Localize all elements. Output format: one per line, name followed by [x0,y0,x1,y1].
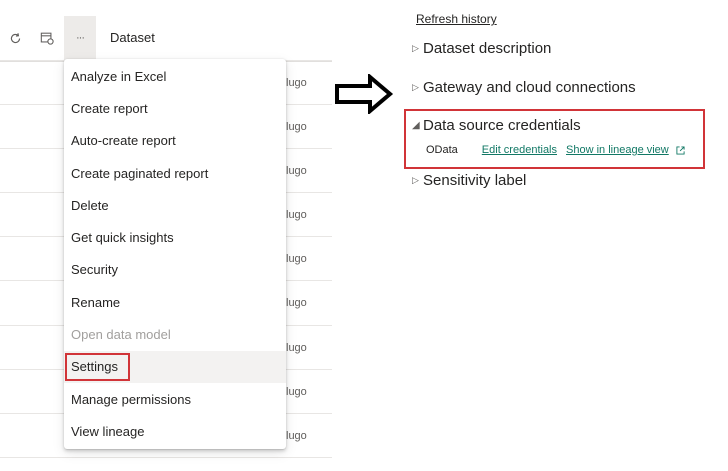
edit-credentials-link[interactable]: Edit credentials [482,144,557,156]
section-data-source-credentials[interactable]: ◢ Data source credentials [412,117,581,134]
refresh-icon [10,32,20,43]
calendar-refresh-icon [40,32,54,45]
workspace-list-panel: ··· Dataset lugo lugo lugo lugo lugo lugo lugo… [0,0,332,471]
show-in-lineage-link[interactable]: Show in lineage view [566,144,669,156]
settings-highlight-box [65,352,130,381]
menu-item-label: Get quick insights [71,230,174,246]
menu-item-rename[interactable]: Rename [64,286,286,318]
menu-item-auto-create-report[interactable]: Auto-create report [64,125,286,157]
row-owner-text: lugo [286,297,307,309]
section-label: Dataset description [423,40,552,57]
menu-item-label: View lineage [71,423,145,439]
menu-item-label: Manage permissions [71,391,191,407]
menu-item-label: Security [71,262,118,278]
menu-item-delete[interactable]: Delete [64,189,286,221]
schedule-refresh-button[interactable] [32,16,62,60]
menu-item-create-report[interactable]: Create report [64,92,286,124]
section-label: Data source credentials [423,117,581,134]
row-owner-text: lugo [286,342,307,354]
row-owner-text: lugo [286,253,307,265]
menu-item-label: Delete [71,197,109,213]
row-owner-text: lugo [286,209,307,221]
more-options-button[interactable]: ··· [64,16,96,60]
collapse-triangle-icon: ◢ [412,120,420,131]
menu-item-label: Create report [71,100,148,116]
context-menu: Analyze in Excel Create report Auto-create… [64,59,286,449]
section-dataset-description[interactable]: ▷ Dataset description [412,40,551,57]
section-sensitivity-label[interactable]: ▷ Sensitivity label [412,172,526,189]
row-owner-text: lugo [286,165,307,177]
row-owner-text: lugo [286,121,307,133]
refresh-button[interactable] [0,16,30,60]
expand-triangle-icon: ▷ [412,175,419,185]
section-label: Sensitivity label [423,172,527,189]
menu-item-label: Analyze in Excel [71,68,167,84]
refresh-history-link[interactable]: Refresh history [416,12,497,26]
menu-item-create-paginated-report[interactable]: Create paginated report [64,157,286,189]
more-options-icon: ··· [76,32,85,44]
menu-item-security[interactable]: Security [64,254,286,286]
menu-item-label: Rename [71,294,121,310]
expand-triangle-icon: ▷ [412,43,419,53]
section-gateway-connections[interactable]: ▷ Gateway and cloud connections [412,79,636,96]
menu-item-manage-permissions[interactable]: Manage permissions [64,383,286,415]
data-source-name: OData [426,144,458,156]
menu-item-label: Open data model [71,327,171,343]
context-menu-items: Analyze in Excel Create report Auto-create… [64,60,286,448]
row-toolbar: ··· Dataset [0,16,332,62]
screenshot-stage: ··· Dataset lugo lugo lugo lugo lugo lugo lugo… [0,0,728,471]
menu-item-view-lineage[interactable]: View lineage [64,415,286,447]
menu-item-analyze-in-excel[interactable]: Analyze in Excel [64,60,286,92]
row-owner-text: lugo [286,77,307,89]
dataset-column-header[interactable]: Dataset [110,30,155,45]
menu-item-open-data-model: Open data model [64,318,286,350]
menu-item-label: Auto-create report [71,133,176,149]
row-divider [0,457,332,458]
row-owner-text: lugo [286,430,307,442]
row-owner-text: lugo [286,386,307,398]
credential-row: OData Edit credentials Show in lineage v… [426,144,685,156]
expand-triangle-icon: ▷ [412,82,419,92]
menu-item-get-quick-insights[interactable]: Get quick insights [64,221,286,253]
right-arrow-icon [335,74,394,114]
dataset-settings-panel: Refresh history ▷ Dataset description ▷ … [400,0,728,471]
menu-item-settings[interactable]: Settings [64,350,286,383]
section-label: Gateway and cloud connections [423,79,636,96]
menu-item-label: Create paginated report [71,165,209,181]
external-link-icon[interactable] [676,145,685,155]
